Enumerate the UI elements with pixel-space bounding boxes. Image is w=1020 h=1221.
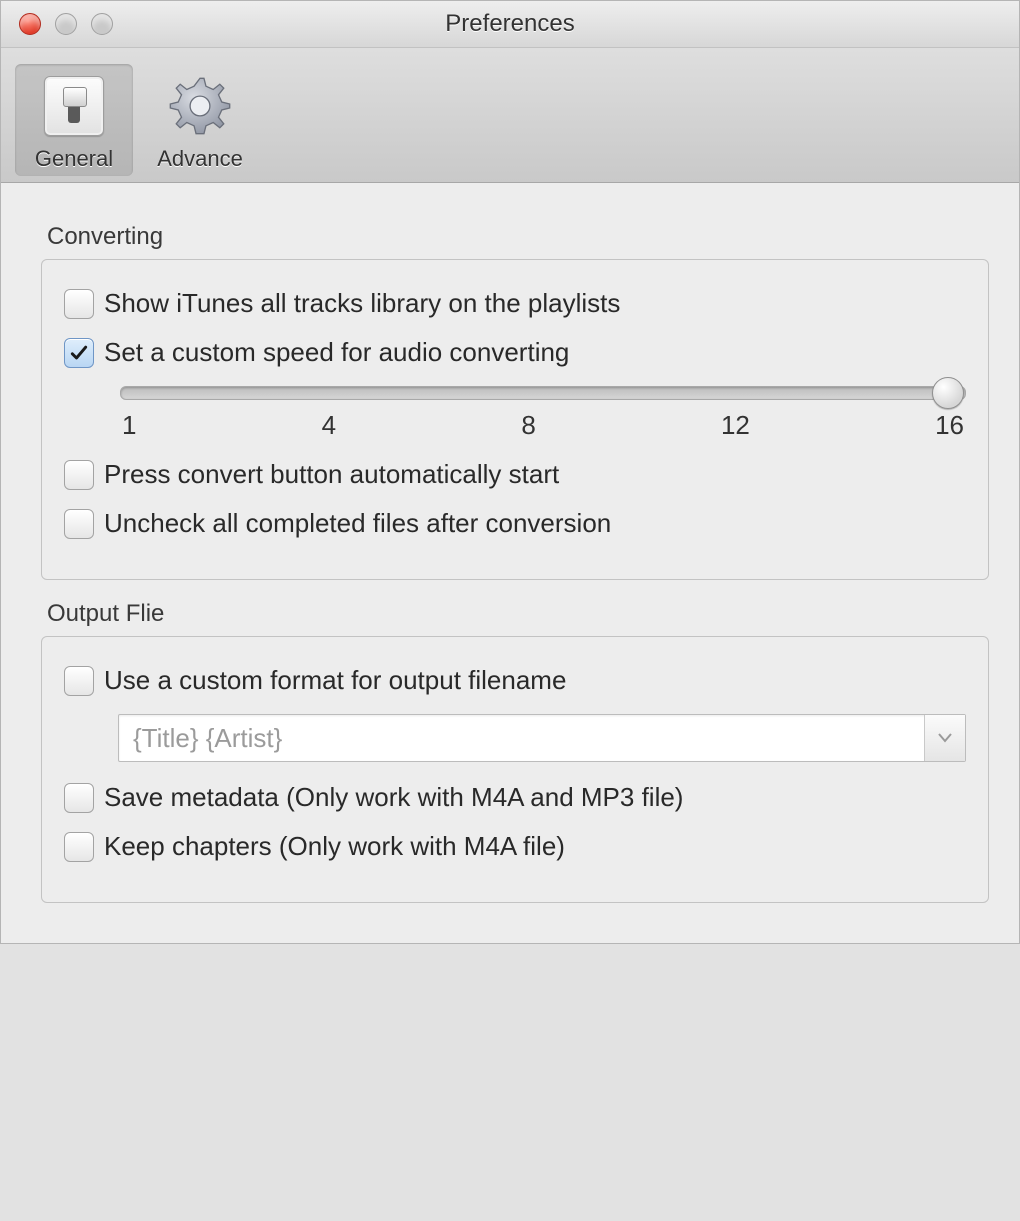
- tick-4: 4: [322, 410, 336, 441]
- label-custom-format: Use a custom format for output filename: [104, 665, 566, 696]
- group-title-output: Output Flie: [47, 600, 989, 628]
- tab-general-label: General: [35, 146, 113, 172]
- checkbox-save-metadata[interactable]: [64, 783, 94, 813]
- checkbox-keep-chapters[interactable]: [64, 832, 94, 862]
- row-auto-start: Press convert button automatically start: [64, 459, 966, 490]
- row-save-metadata: Save metadata (Only work with M4A and MP…: [64, 782, 966, 813]
- zoom-button[interactable]: [91, 13, 113, 35]
- row-custom-format: Use a custom format for output filename: [64, 665, 966, 696]
- label-auto-start: Press convert button automatically start: [104, 459, 559, 490]
- tab-general[interactable]: General: [15, 64, 133, 176]
- checkbox-auto-start[interactable]: [64, 460, 94, 490]
- group-title-converting: Converting: [47, 223, 989, 251]
- label-uncheck-completed: Uncheck all completed files after conver…: [104, 508, 611, 539]
- speed-slider-ticks: 1 4 8 12 16: [120, 410, 966, 441]
- titlebar: Preferences: [1, 1, 1019, 48]
- speed-slider-thumb[interactable]: [932, 377, 964, 409]
- label-save-metadata: Save metadata (Only work with M4A and MP…: [104, 782, 683, 813]
- row-format-field: [118, 714, 966, 762]
- speed-slider[interactable]: [120, 386, 966, 400]
- window-title: Preferences: [1, 10, 1019, 38]
- tick-8: 8: [521, 410, 535, 441]
- tick-1: 1: [122, 410, 136, 441]
- speed-slider-wrap: 1 4 8 12 16: [120, 386, 966, 441]
- tab-advance[interactable]: Advance: [141, 64, 259, 176]
- check-icon: [69, 343, 89, 363]
- row-keep-chapters: Keep chapters (Only work with M4A file): [64, 831, 966, 862]
- toolbar: General Advance: [1, 48, 1019, 183]
- toggle-switch-icon: [38, 70, 110, 142]
- traffic-lights: [19, 13, 113, 35]
- checkbox-custom-speed[interactable]: [64, 338, 94, 368]
- label-show-itunes: Show iTunes all tracks library on the pl…: [104, 288, 620, 319]
- tick-16: 16: [935, 410, 964, 441]
- format-input[interactable]: [119, 715, 924, 761]
- checkbox-show-itunes[interactable]: [64, 289, 94, 319]
- format-combobox[interactable]: [118, 714, 966, 762]
- format-dropdown-button[interactable]: [924, 715, 965, 761]
- row-show-itunes: Show iTunes all tracks library on the pl…: [64, 288, 966, 319]
- tab-advance-label: Advance: [157, 146, 243, 172]
- preferences-window: Preferences General: [0, 0, 1020, 944]
- gear-icon: [164, 70, 236, 142]
- label-custom-speed: Set a custom speed for audio converting: [104, 337, 569, 368]
- checkbox-uncheck-completed[interactable]: [64, 509, 94, 539]
- row-custom-speed: Set a custom speed for audio converting: [64, 337, 966, 368]
- group-output: Use a custom format for output filename …: [41, 636, 989, 903]
- close-button[interactable]: [19, 13, 41, 35]
- checkbox-custom-format[interactable]: [64, 666, 94, 696]
- label-keep-chapters: Keep chapters (Only work with M4A file): [104, 831, 565, 862]
- minimize-button[interactable]: [55, 13, 77, 35]
- tick-12: 12: [721, 410, 750, 441]
- content: Converting Show iTunes all tracks librar…: [1, 183, 1019, 943]
- group-converting: Show iTunes all tracks library on the pl…: [41, 259, 989, 580]
- row-uncheck-completed: Uncheck all completed files after conver…: [64, 508, 966, 539]
- chevron-down-icon: [938, 733, 952, 743]
